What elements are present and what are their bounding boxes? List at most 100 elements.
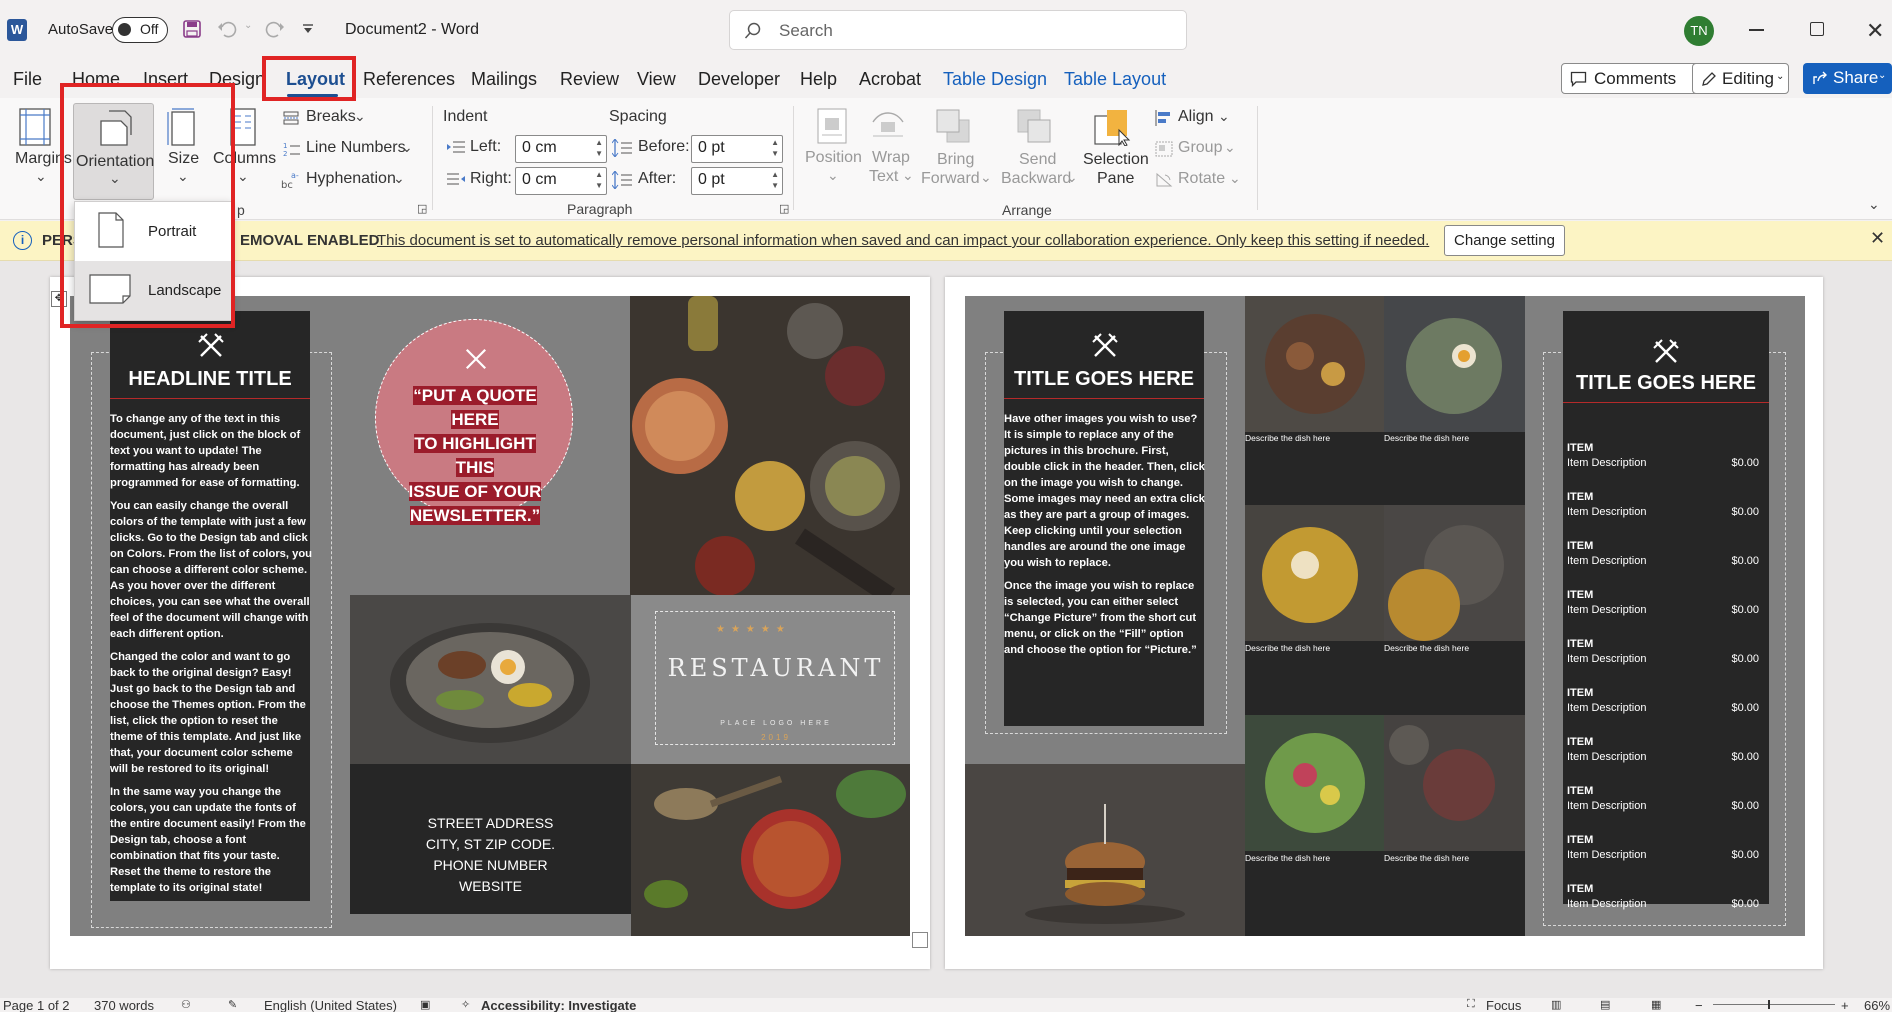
spin-arrows-icon[interactable]: ▲ ▼ [771,137,779,159]
page-count[interactable]: Page 1 of 2 [3,998,70,1012]
tab-references[interactable]: References [363,69,455,90]
editing-mode-button[interactable]: Editing ⌄ [1692,63,1789,94]
restore-icon[interactable] [1810,22,1824,36]
tab-table-design[interactable]: Table Design [943,69,1047,90]
chevron-down-icon: ⌄ [827,167,839,183]
dish-photo-1[interactable] [1245,296,1384,432]
page-setup-dialog-launcher-icon[interactable]: ◲ [417,202,427,215]
zoom-in-icon[interactable]: + [1841,998,1849,1012]
tab-review[interactable]: Review [560,69,619,90]
chevron-down-icon: ⌄ [354,108,366,124]
page-1[interactable]: HEADLINE TITLE To change any of the text… [50,277,930,969]
info-message-link[interactable]: This document is set to automatically re… [377,232,1429,249]
menu-panel[interactable]: TITLE GOES HERE ITEM Item Description $0.0… [1563,311,1769,910]
comments-button[interactable]: Comments [1561,63,1701,94]
close-window-icon[interactable]: ✕ [1866,18,1884,44]
group-button[interactable]: Group ⌄ [1153,139,1243,161]
indent-left-input[interactable]: 0 cm ▲ ▼ [515,135,607,163]
dish-photo-5[interactable] [1245,715,1384,851]
spacing-after-value: 0 pt [698,171,725,188]
undo-dropdown-icon[interactable]: ⌄ [244,20,252,31]
user-avatar[interactable]: TN [1684,16,1714,46]
hyphenation-button[interactable]: bc a- Hyphenation ⌄ [281,170,431,192]
chevron-down-icon: ⌄ [980,169,992,185]
change-setting-button[interactable]: Change setting [1444,225,1565,256]
web-layout-icon[interactable]: ▦ [1651,998,1661,1011]
word-count[interactable]: 370 words [94,998,154,1012]
street-address: STREET ADDRESS [427,815,554,831]
spices-photo[interactable] [630,296,910,596]
hyphenation-label: Hyphenation [306,170,396,187]
tab-help[interactable]: Help [800,69,837,90]
indent-right-input[interactable]: 0 cm ▲ ▼ [515,167,607,195]
wrap-text-button[interactable]: Wrap [872,149,910,167]
page-2[interactable]: TITLE GOES HERE Have other images you wi… [945,277,1823,969]
zoom-out-icon[interactable]: − [1695,998,1703,1012]
spin-arrows-icon[interactable]: ▲ ▼ [771,169,779,191]
search-box[interactable]: Search [729,10,1187,50]
title-bar: W AutoSave Off ⌄ Document2 - Word Search… [0,0,1892,60]
breaks-label: Breaks [306,108,356,125]
focus-button[interactable]: Focus [1486,998,1521,1012]
spin-arrows-icon[interactable]: ▲ ▼ [595,169,603,191]
zoom-level[interactable]: 66% [1864,998,1890,1012]
document-title: Document2 - Word [345,21,479,38]
headline-body: To change any of the text in this docume… [110,411,312,903]
tab-acrobat[interactable]: Acrobat [859,69,921,90]
customize-toolbar-icon[interactable] [302,24,314,34]
rotate-button[interactable]: Rotate ⌄ [1153,170,1243,192]
table-resize-handle[interactable] [912,932,928,948]
undo-icon[interactable] [216,19,238,39]
share-button[interactable]: Share ⌄ [1803,63,1892,94]
quote-circle[interactable]: “PUT A QUOTE HERE TO HIGHLIGHT THIS ISSU… [375,319,573,525]
menu-item-price: $0.00 [1731,653,1759,665]
spacing-before-input[interactable]: 0 pt ▲ ▼ [691,135,783,163]
spin-arrows-icon[interactable]: ▲ ▼ [595,137,603,159]
spelling-icon[interactable]: ✎ [228,998,237,1011]
zoom-slider-thumb[interactable] [1768,1000,1770,1009]
minimize-icon[interactable] [1749,29,1764,31]
breaks-icon [283,111,299,125]
tab-table-layout[interactable]: Table Layout [1064,69,1166,90]
macro-icon[interactable]: ▣ [420,998,430,1011]
paragraph-dialog-launcher-icon[interactable]: ◲ [779,202,789,215]
bring-forward-button[interactable]: Bring [937,151,974,169]
spoon-spices-photo[interactable] [631,764,910,936]
track-changes-icon[interactable]: ⚇ [181,998,191,1011]
spacing-after-input[interactable]: 0 pt ▲ ▼ [691,167,783,195]
collapse-ribbon-icon[interactable]: ⌄ [1868,196,1880,213]
address-panel[interactable]: STREET ADDRESS CITY, ST ZIP CODE. PHONE … [350,764,631,914]
zoom-slider[interactable] [1713,1004,1835,1005]
headline-panel[interactable]: HEADLINE TITLE To change any of the text… [110,311,312,903]
selection-pane-button[interactable]: Selection [1083,151,1149,169]
breaks-button[interactable]: Breaks ⌄ [281,108,431,130]
send-backward-button[interactable]: Send [1019,151,1056,169]
info-panel[interactable]: TITLE GOES HERE Have other images you wi… [1004,311,1205,726]
accessibility-status[interactable]: Accessibility: Investigate [481,998,636,1012]
position-button[interactable]: Position [805,149,862,167]
menu-item-description: Item Description [1567,849,1647,861]
line-numbers-button[interactable]: 12 Line Numbers ⌄ [281,139,431,161]
dish-photo-3[interactable] [1245,505,1384,641]
menu-item-name: ITEM [1567,589,1594,601]
align-button[interactable]: Align ⌄ [1153,108,1243,130]
dish-photo-4[interactable] [1384,505,1525,641]
save-icon[interactable] [182,19,202,39]
logo-frame[interactable]: ★★★★★ RESTAURANT PLACE LOGO HERE 2019 [655,611,895,745]
print-layout-icon[interactable]: ▤ [1600,998,1610,1011]
tab-view[interactable]: View [637,69,676,90]
read-mode-icon[interactable]: ▥ [1551,998,1561,1011]
language[interactable]: English (United States) [264,998,397,1012]
close-infobar-icon[interactable]: ✕ [1870,228,1885,249]
info-bar: i PERS EMOVAL ENABLED This document is s… [0,221,1892,261]
redo-icon[interactable] [264,19,286,39]
dish-photo-6[interactable] [1384,715,1525,851]
indent-label: Indent [443,108,488,125]
tab-file[interactable]: File [13,69,42,90]
autosave-toggle[interactable]: Off [112,17,168,43]
tab-mailings[interactable]: Mailings [471,69,537,90]
ramen-photo[interactable] [350,595,631,764]
burger-photo[interactable] [965,764,1245,936]
dish-photo-2[interactable] [1384,296,1525,432]
tab-developer[interactable]: Developer [698,69,780,90]
